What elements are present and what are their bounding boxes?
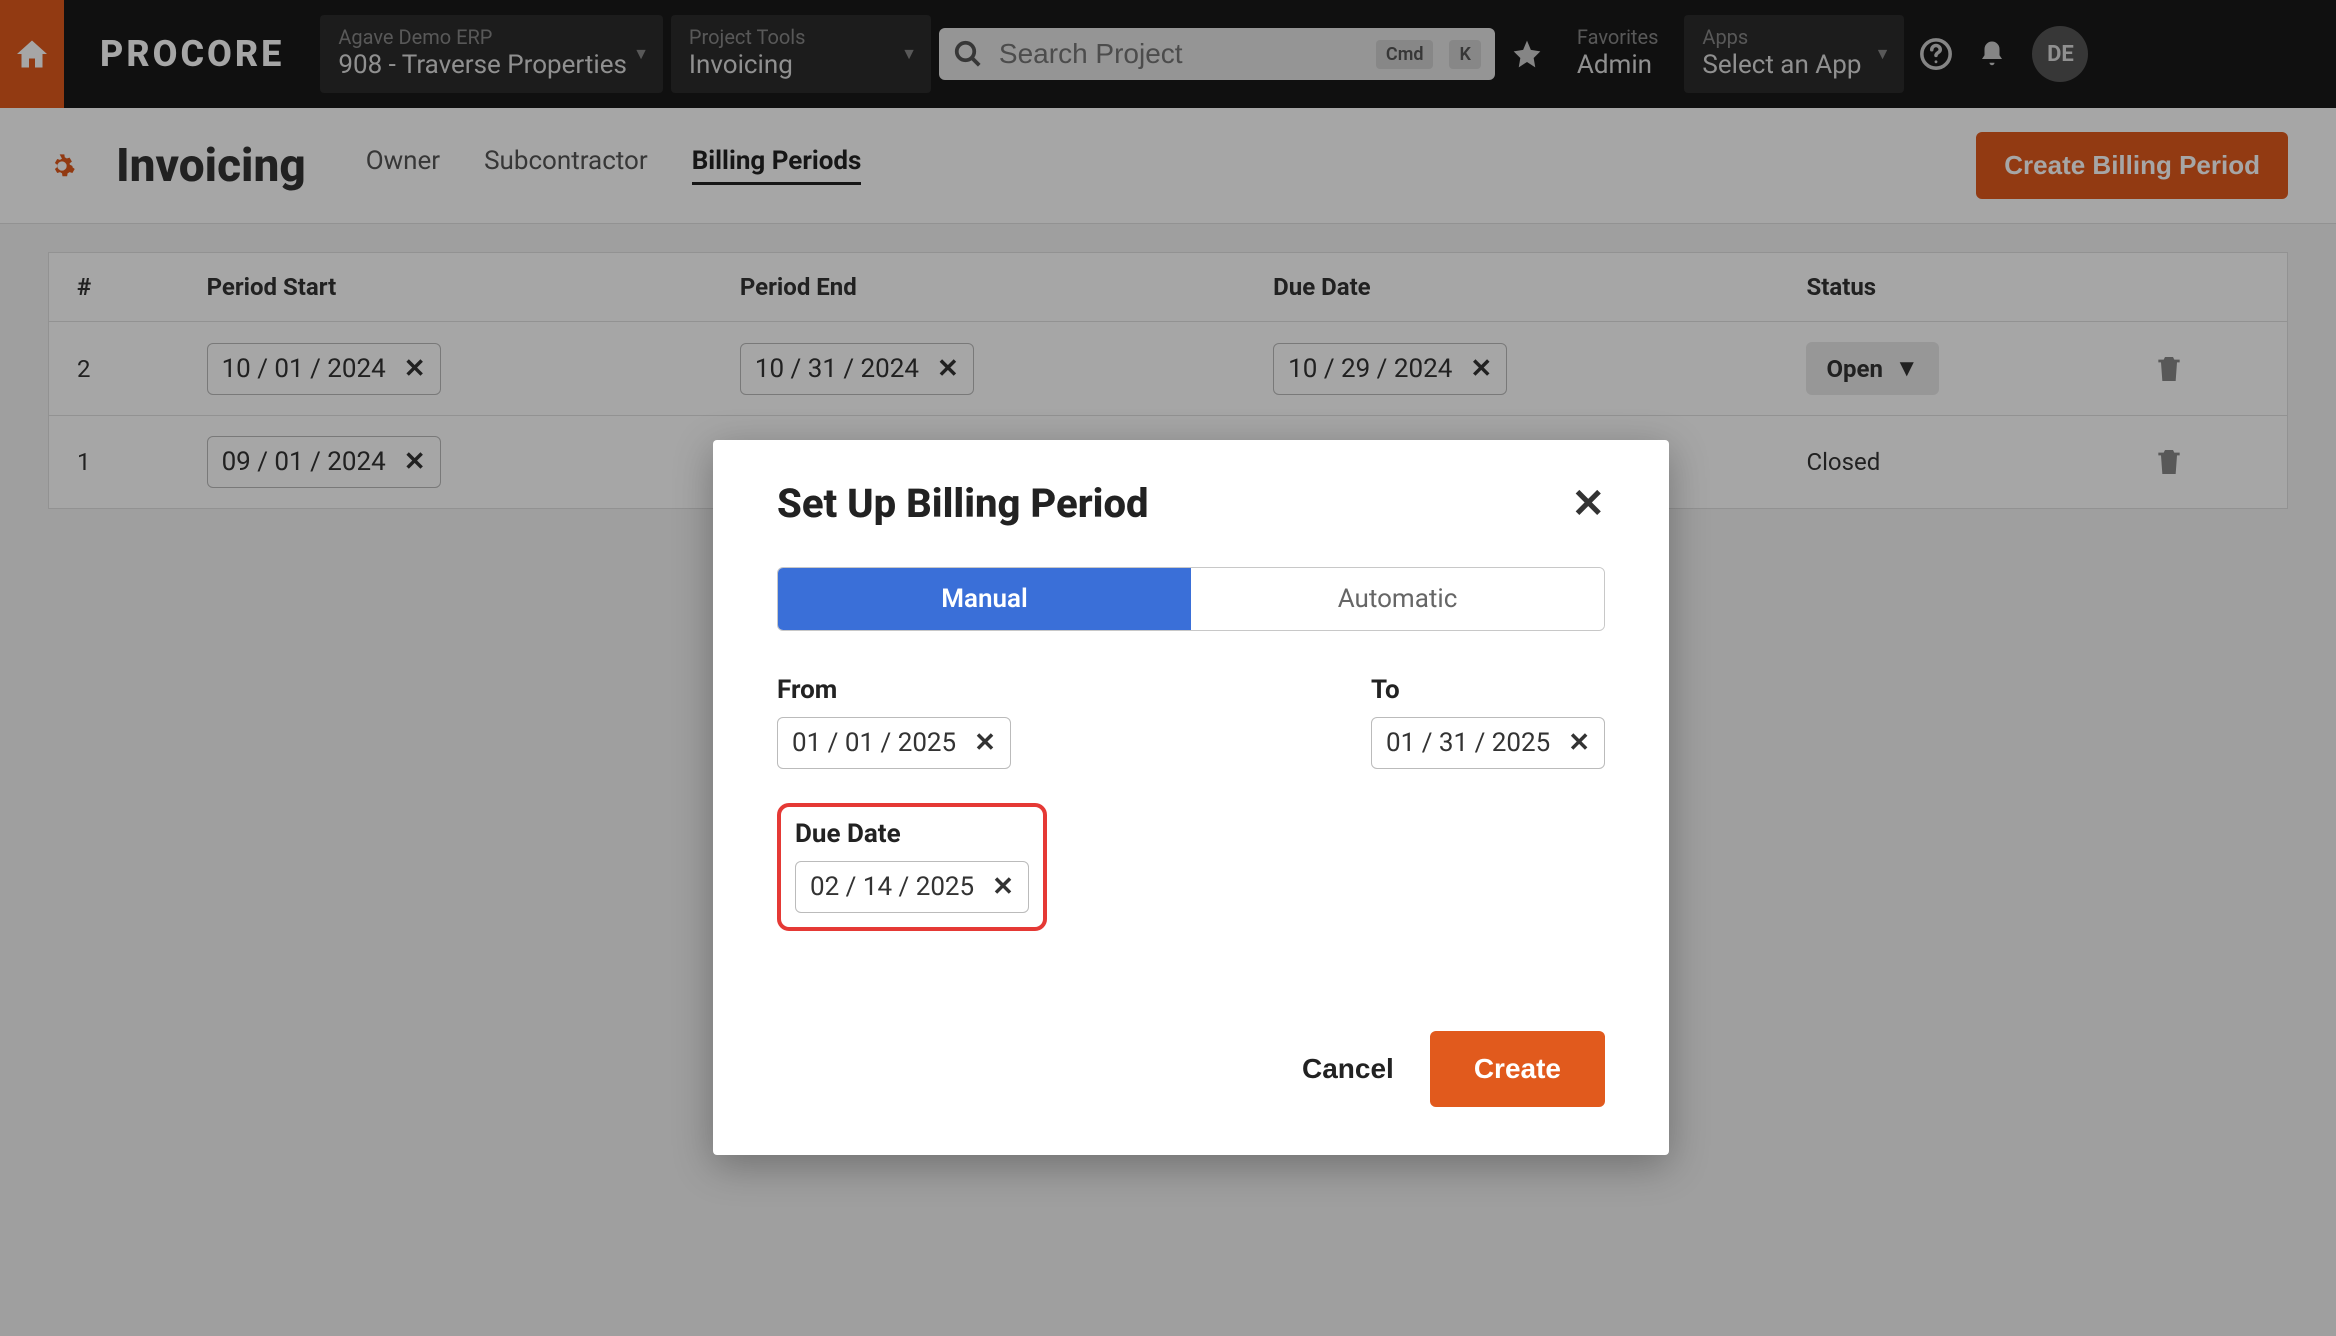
- cancel-button[interactable]: Cancel: [1302, 1053, 1394, 1085]
- modal-footer: Cancel Create: [777, 1031, 1605, 1107]
- to-label: To: [1371, 675, 1605, 705]
- setup-billing-period-modal: Set Up Billing Period ✕ Manual Automatic…: [713, 440, 1669, 1155]
- due-date-input[interactable]: 02 / 14 / 2025 ✕: [795, 861, 1029, 913]
- to-field: To 01 / 31 / 2025 ✕: [1371, 675, 1605, 769]
- clear-icon[interactable]: ✕: [992, 872, 1014, 902]
- segment-automatic[interactable]: Automatic: [1191, 568, 1604, 630]
- from-label: From: [777, 675, 1011, 705]
- date-value: 01 / 01 / 2025: [792, 728, 956, 758]
- close-icon: ✕: [1571, 480, 1605, 527]
- modal-close-button[interactable]: ✕: [1571, 480, 1605, 527]
- from-date-input[interactable]: 01 / 01 / 2025 ✕: [777, 717, 1011, 769]
- modal-header: Set Up Billing Period ✕: [777, 480, 1605, 527]
- create-button[interactable]: Create: [1430, 1031, 1605, 1107]
- date-value: 02 / 14 / 2025: [810, 872, 974, 902]
- from-field: From 01 / 01 / 2025 ✕: [777, 675, 1011, 769]
- due-date-label: Due Date: [795, 819, 1029, 849]
- clear-icon[interactable]: ✕: [974, 728, 996, 758]
- mode-segmented-control: Manual Automatic: [777, 567, 1605, 631]
- clear-icon[interactable]: ✕: [1568, 728, 1590, 758]
- date-value: 01 / 31 / 2025: [1386, 728, 1550, 758]
- to-date-input[interactable]: 01 / 31 / 2025 ✕: [1371, 717, 1605, 769]
- segment-manual[interactable]: Manual: [778, 568, 1191, 630]
- due-date-highlight: Due Date 02 / 14 / 2025 ✕: [777, 803, 1047, 931]
- due-date-field: Due Date 02 / 14 / 2025 ✕: [795, 819, 1029, 913]
- modal-title: Set Up Billing Period: [777, 480, 1148, 527]
